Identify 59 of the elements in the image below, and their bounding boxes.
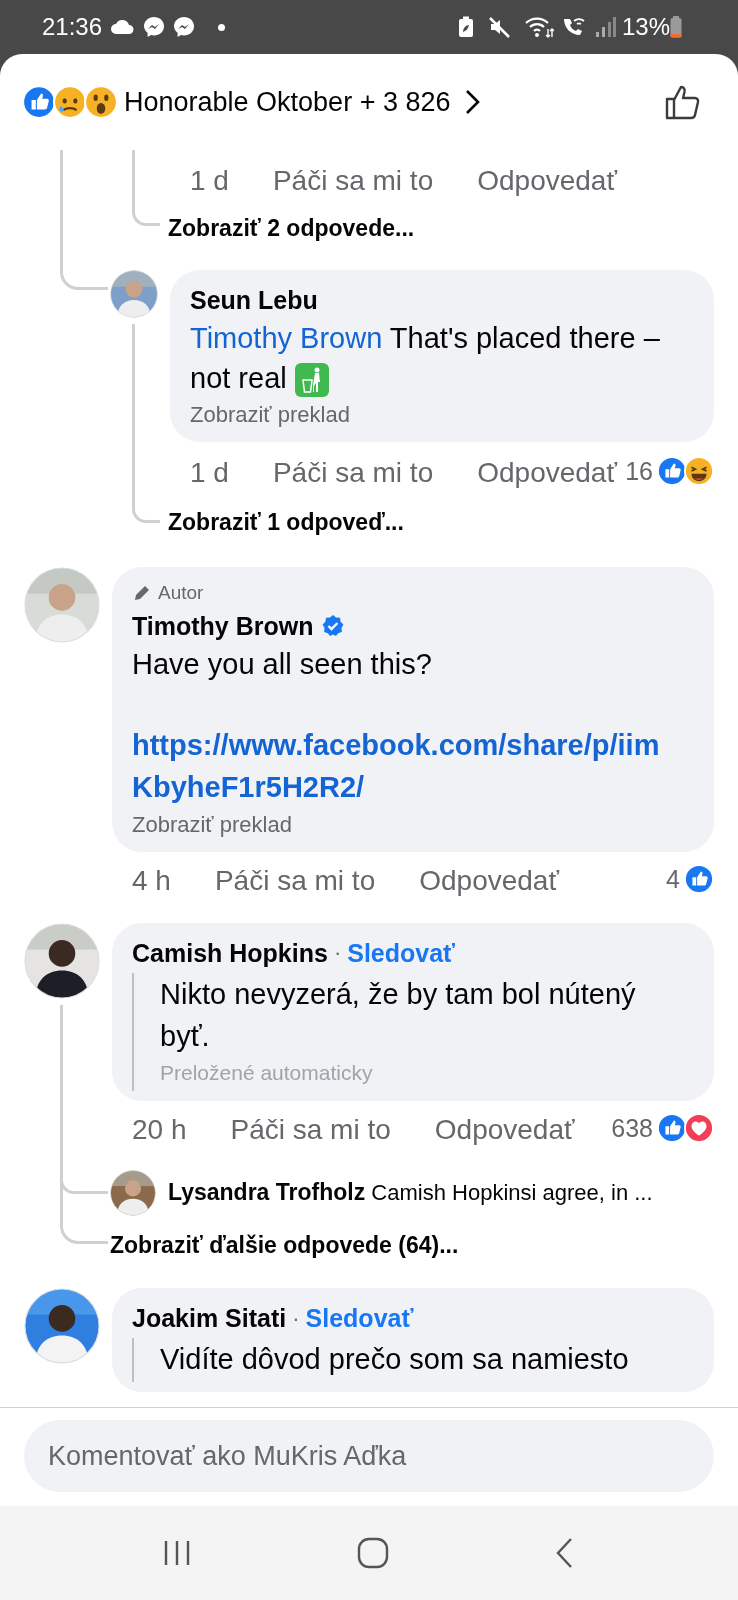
author-name[interactable]: Seun Lebu (190, 281, 318, 318)
like-icon (657, 1112, 687, 1143)
battery-saver-icon (457, 16, 474, 38)
follow-link[interactable]: Sledovať (305, 1300, 414, 1336)
reaction-count: 638 (611, 1112, 653, 1144)
like-link[interactable]: Páči sa mi to (272, 453, 434, 491)
laughing-face-icon (684, 455, 714, 486)
verified-badge-icon (321, 613, 346, 638)
home-icon (356, 1536, 390, 1570)
battery-percent: 13% (621, 12, 670, 42)
comment-time: 4 h (132, 863, 171, 898)
litter-bin-icon (294, 362, 329, 397)
like-link[interactable]: Páči sa mi to (214, 861, 376, 899)
follow-link[interactable]: Sledovať (347, 934, 456, 971)
translation-note: Preložené automaticky (160, 1059, 374, 1086)
reply-link[interactable]: Odpovedať (477, 162, 617, 199)
author-name[interactable]: Timothy Brown (132, 607, 314, 644)
comment-text: Timothy Brown That's placed there – not real (190, 317, 694, 398)
view-more-replies-link[interactable]: Zobraziť ďalšie odpovede (64)... (110, 1227, 459, 1262)
comment-text: Nikto nevyzerá, že by tam bol nútený byť. (160, 976, 637, 1054)
status-time: 21:36 (42, 12, 103, 42)
comment-input[interactable]: Komentovať ako MuKris Aďka (24, 1420, 714, 1492)
reply-preview[interactable]: Lysandra Trofholz Camish Hopkinsi agree, in ... (168, 1175, 653, 1210)
reply-link[interactable]: Odpovedať (419, 861, 559, 899)
mention-link[interactable]: Timothy Brown (190, 321, 383, 354)
author-role-label: Autor (158, 581, 204, 605)
mute-icon (487, 15, 512, 39)
like-icon (684, 863, 714, 894)
like-link[interactable]: Páči sa mi to (272, 162, 434, 199)
like-link[interactable]: Páči sa mi to (230, 1110, 391, 1148)
messenger-icon (172, 15, 197, 39)
comment-time: 20 h (132, 1112, 187, 1147)
see-translation-link[interactable]: Zobraziť preklad (132, 807, 292, 842)
separator-dot: · (333, 939, 342, 967)
share-link[interactable]: https://www.facebook.com/share/p/iimKbyheF1r5H2R2/ (132, 723, 694, 808)
reply-link[interactable]: Odpovedať (434, 1110, 575, 1148)
comment-text: Vidíte dôvod prečo som sa namiesto (160, 1342, 630, 1377)
see-translation-link[interactable]: Zobraziť preklad (190, 397, 350, 432)
view-replies-link[interactable]: Zobraziť 2 odpovede... (168, 211, 415, 246)
signal-icon (593, 16, 616, 38)
author-name[interactable]: Camish Hopkins (132, 934, 328, 971)
author-name[interactable]: Joakim Sitati (132, 1300, 287, 1336)
view-replies-link[interactable]: Zobraziť 1 odpoveď... (168, 504, 404, 539)
sad-face-icon (53, 85, 87, 119)
comment-time: 1 d (190, 455, 229, 490)
like-icon (22, 85, 56, 119)
battery-icon (670, 16, 682, 38)
like-icon (657, 455, 687, 486)
messenger-icon (142, 15, 167, 39)
reply-link[interactable]: Odpovedať (477, 453, 617, 491)
reaction-count: 16 (625, 455, 653, 487)
comment-time: 1 d (190, 164, 229, 198)
surprised-face-icon (84, 85, 118, 119)
wifi-icon (523, 15, 554, 39)
comment-text: Have you all seen this? (132, 646, 433, 682)
separator-dot: · (292, 1304, 300, 1333)
thumbs-up-icon (664, 83, 702, 121)
reaction-count: 4 (666, 863, 680, 895)
reactions-summary[interactable]: Honorable Oktober + 3 826 (22, 81, 483, 123)
